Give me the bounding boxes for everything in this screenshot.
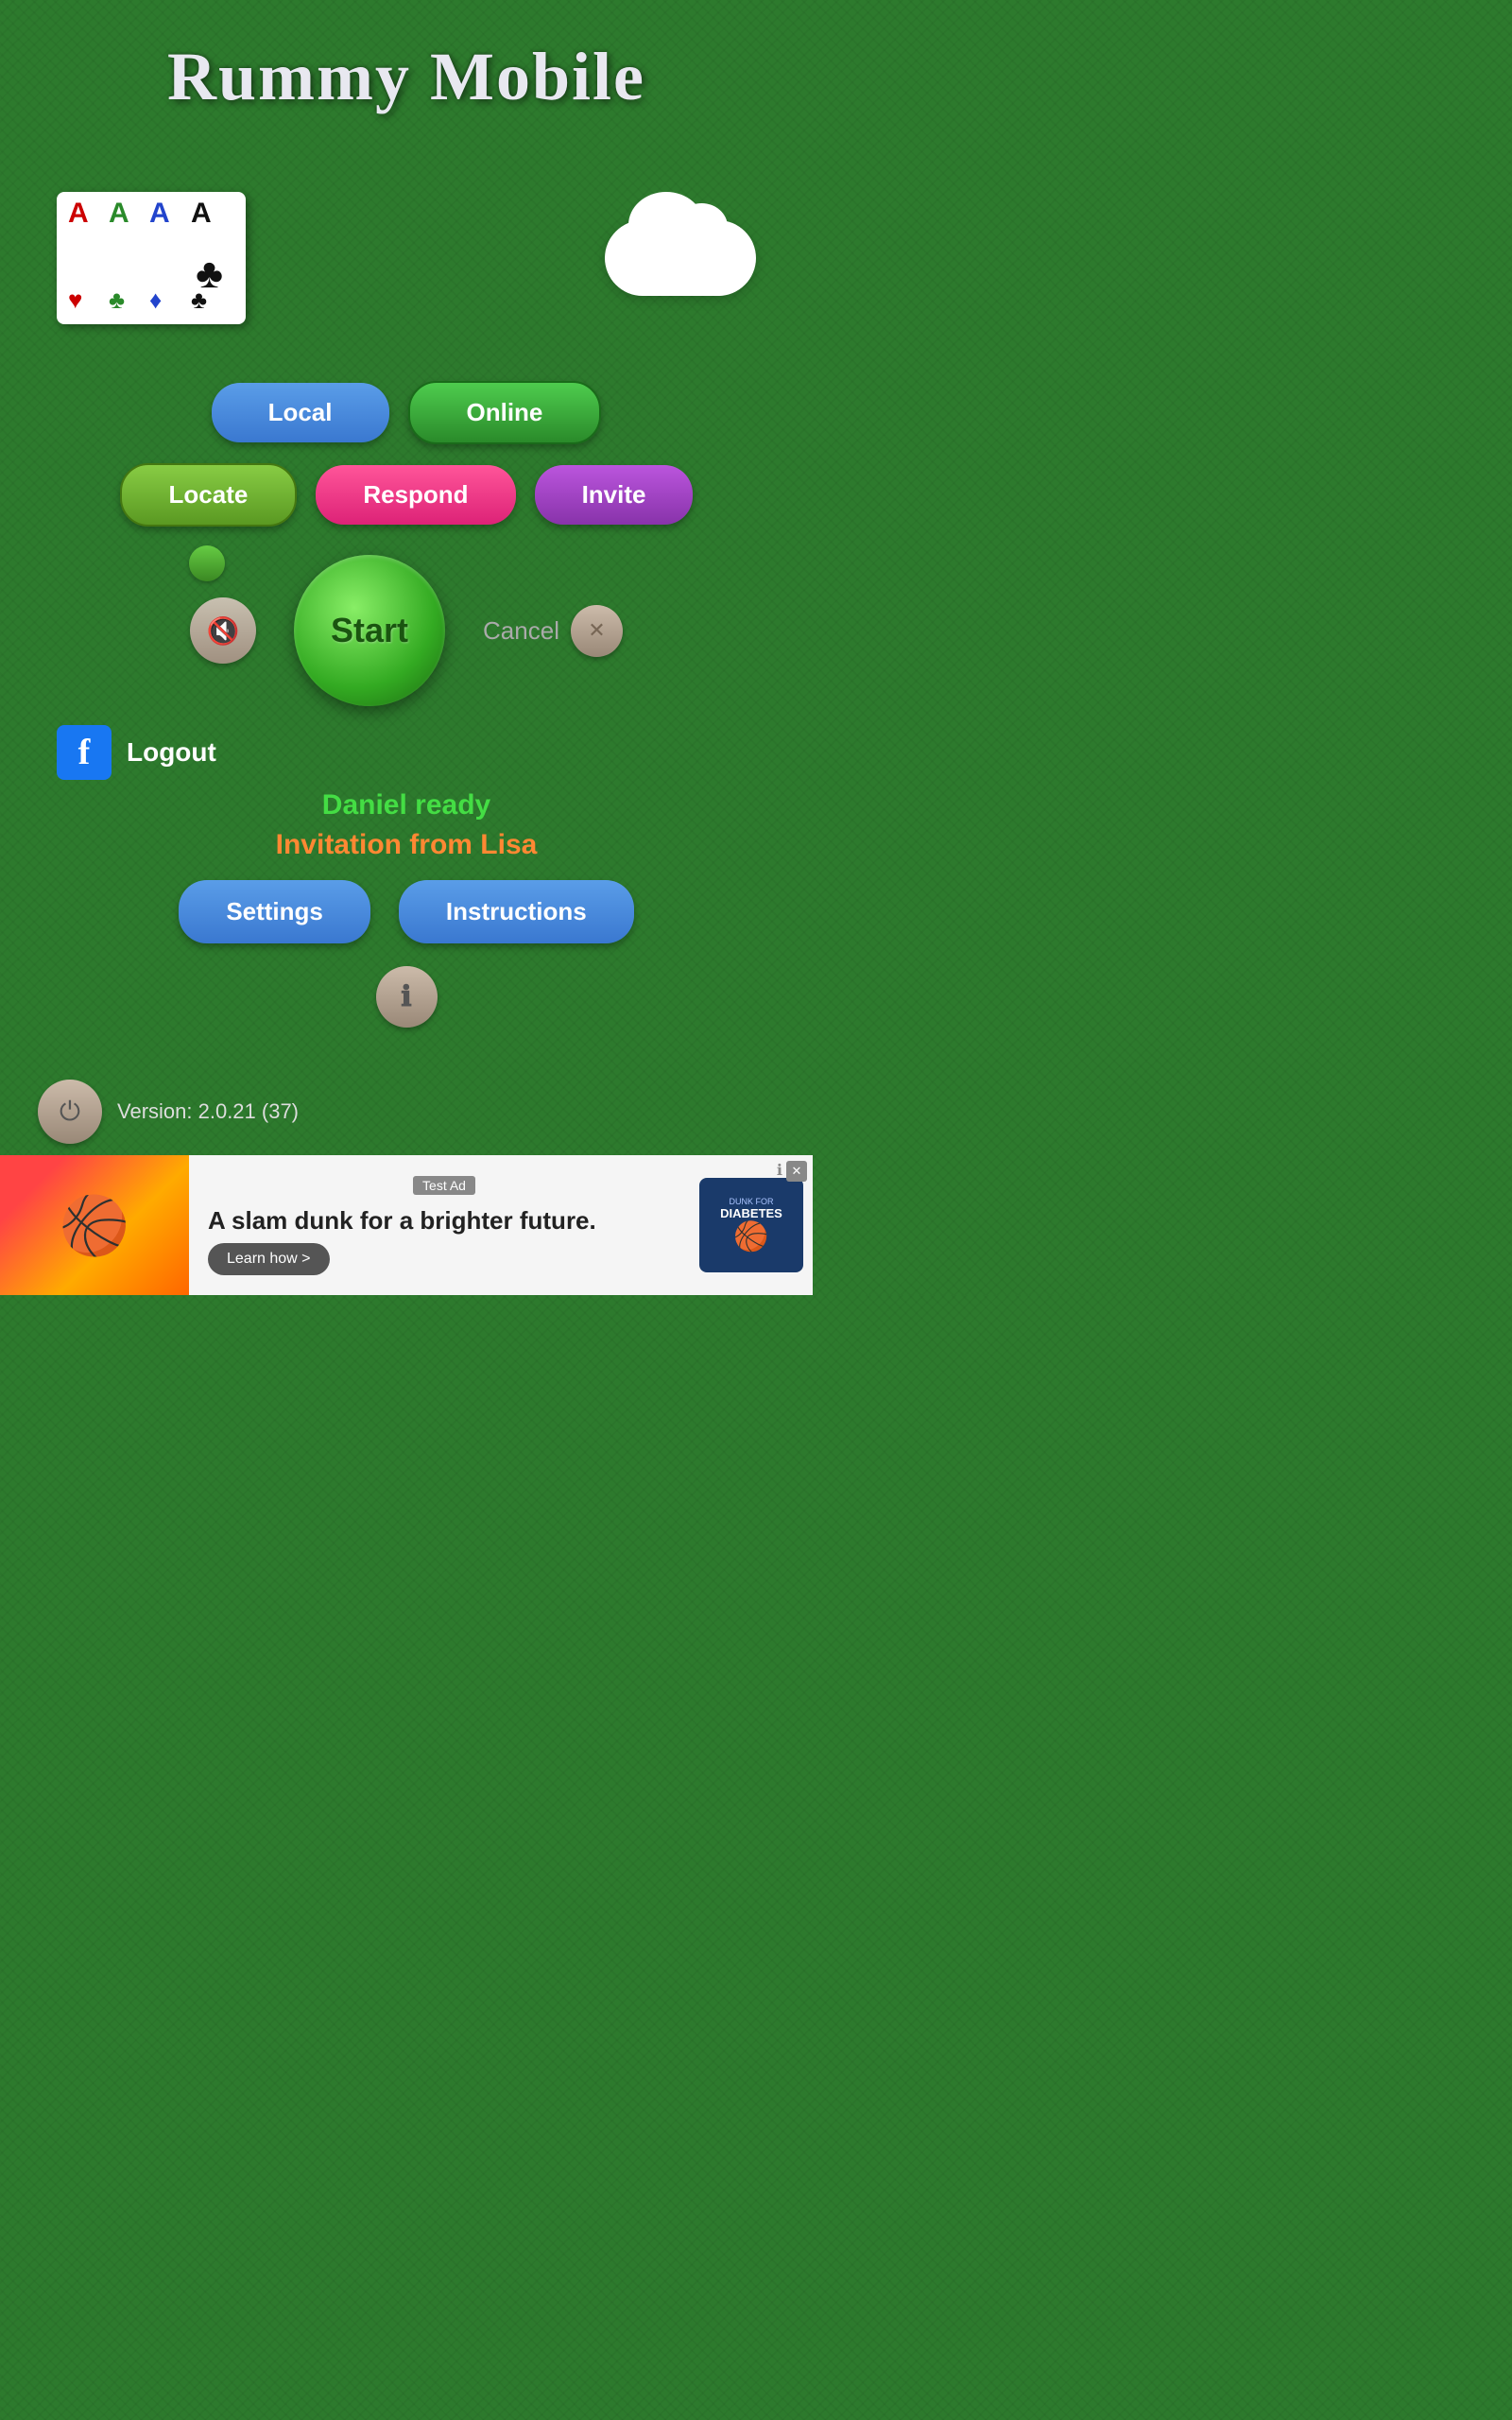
instructions-button[interactable]: Instructions bbox=[399, 880, 634, 943]
ad-logo-top: DUNK FOR bbox=[730, 1197, 774, 1206]
online-options-row: Locate Respond Invite bbox=[120, 463, 694, 527]
cancel-button[interactable] bbox=[571, 605, 623, 657]
card-a-blue: A bbox=[149, 198, 170, 230]
cloud-decoration bbox=[605, 220, 756, 296]
app-title: Rummy Mobile bbox=[167, 38, 645, 116]
ad-logo-ball: 🏀 bbox=[733, 1220, 768, 1253]
ad-image: 🏀 bbox=[0, 1155, 189, 1295]
local-button[interactable]: Local bbox=[212, 383, 389, 442]
cancel-group: Cancel bbox=[483, 605, 623, 657]
facebook-icon: f bbox=[57, 725, 112, 780]
respond-button[interactable]: Respond bbox=[316, 465, 515, 525]
ad-logo-bottom: DIABETES bbox=[720, 1206, 782, 1220]
card-a-green: A bbox=[109, 198, 129, 230]
small-dot-decoration bbox=[189, 545, 225, 581]
ad-banner: 🏀 Test Ad A slam dunk for a brighter fut… bbox=[0, 1155, 813, 1295]
card-a-red: A bbox=[68, 198, 89, 230]
settings-button[interactable]: Settings bbox=[179, 880, 370, 943]
suit-club-green: ♣ bbox=[109, 285, 125, 315]
suit-club-large: ♣ bbox=[196, 251, 223, 298]
ad-info-icon: ℹ bbox=[777, 1161, 782, 1180]
card-a-black: A bbox=[191, 198, 212, 230]
info-button[interactable] bbox=[376, 966, 438, 1028]
status-section: Daniel ready Invitation from Lisa bbox=[276, 789, 538, 861]
daniel-ready-status: Daniel ready bbox=[322, 789, 490, 821]
mode-row: Local Online bbox=[212, 381, 602, 444]
mute-icon bbox=[207, 615, 240, 647]
ad-logo: DUNK FOR DIABETES 🏀 bbox=[699, 1178, 803, 1272]
cancel-x-icon bbox=[588, 618, 605, 643]
cancel-label: Cancel bbox=[483, 616, 559, 646]
mute-button[interactable] bbox=[190, 597, 256, 664]
invitation-status: Invitation from Lisa bbox=[276, 829, 538, 861]
invite-button[interactable]: Invite bbox=[535, 465, 694, 525]
power-icon bbox=[60, 1097, 80, 1128]
locate-button[interactable]: Locate bbox=[120, 463, 298, 527]
logout-button[interactable]: Logout bbox=[127, 737, 216, 768]
suit-diamond-blue: ♦ bbox=[149, 285, 162, 315]
start-cancel-row: Start Cancel bbox=[0, 555, 813, 706]
info-icon bbox=[401, 980, 411, 1013]
settings-instructions-row: Settings Instructions bbox=[179, 880, 633, 943]
start-button[interactable]: Start bbox=[294, 555, 445, 706]
ad-content: Test Ad A slam dunk for a brighter futur… bbox=[189, 1167, 699, 1285]
version-text: Version: 2.0.21 (37) bbox=[117, 1099, 299, 1124]
cards-cloud-row: A A A A ♥ ♣ ♦ ♣ ♣ bbox=[0, 192, 813, 324]
ad-learn-more-button[interactable]: Learn how > bbox=[208, 1243, 330, 1275]
buttons-section: Local Online Locate Respond Invite bbox=[120, 381, 694, 527]
suit-heart: ♥ bbox=[68, 285, 82, 315]
bottom-section: Version: 2.0.21 (37) bbox=[38, 1080, 299, 1144]
fb-logout-row: f Logout bbox=[0, 725, 813, 780]
ad-main-text: A slam dunk for a brighter future. bbox=[208, 1206, 680, 1236]
ad-test-label: Test Ad bbox=[413, 1176, 475, 1195]
ad-close-button[interactable]: ✕ bbox=[786, 1161, 807, 1182]
ad-basketball-icon: 🏀 bbox=[60, 1192, 130, 1259]
power-button[interactable] bbox=[38, 1080, 102, 1144]
online-button[interactable]: Online bbox=[408, 381, 602, 444]
cards-image: A A A A ♥ ♣ ♦ ♣ ♣ bbox=[57, 192, 246, 324]
